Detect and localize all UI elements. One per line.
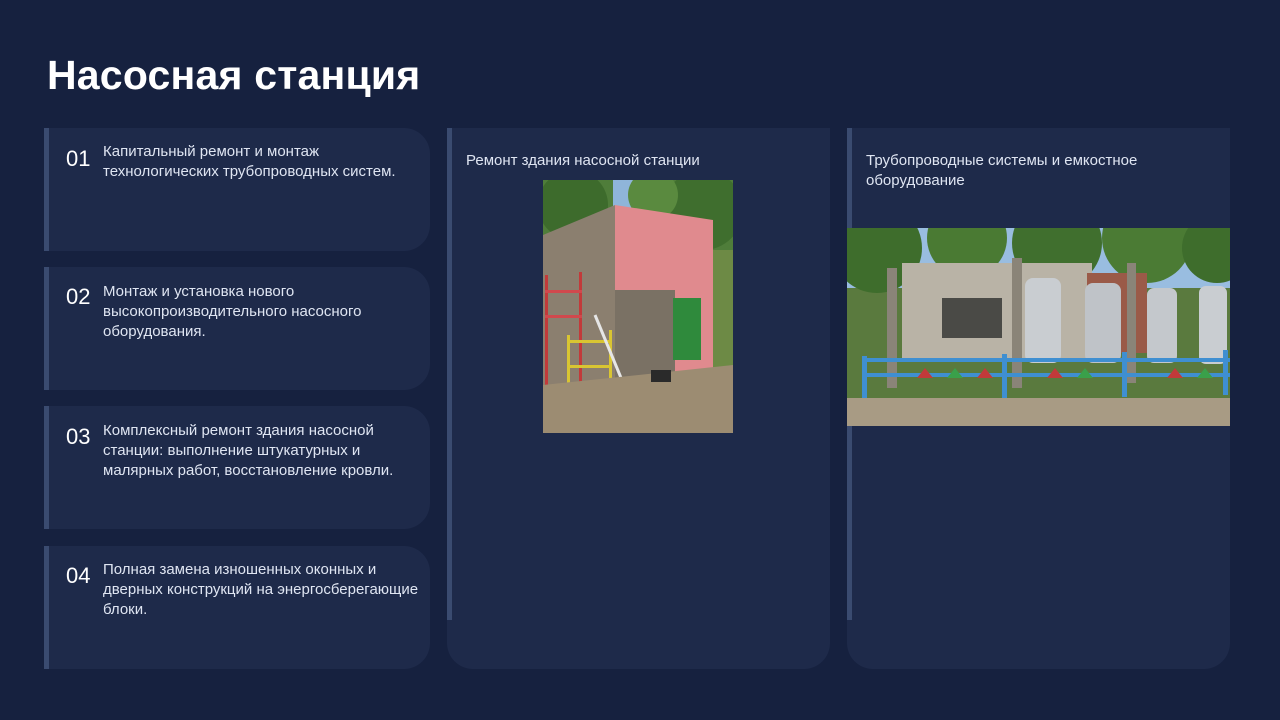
item-text: Полная замена изношенных оконных и дверн…: [103, 561, 419, 618]
panel-title: Трубопроводные системы и емкостное обору…: [866, 152, 1138, 189]
item-number: 04: [66, 563, 91, 588]
list-item: 03 Комплексный ремонт здания насосной ст…: [44, 406, 430, 529]
list-item: 04 Полная замена изношенных оконных и дв…: [44, 546, 430, 669]
panel-accent-bar: [447, 128, 452, 620]
item-text: Монтаж и установка нового высокопроизвод…: [103, 283, 362, 340]
slide-title: Насосная станция: [47, 52, 421, 98]
item-number: 02: [66, 284, 91, 309]
panel-pipelines-tanks: Трубопроводные системы и емкостное обору…: [847, 128, 1230, 669]
list-item: 01 Капитальный ремонт и монтаж технологи…: [44, 128, 430, 251]
item-text: Капитальный ремонт и монтаж технологичес…: [103, 143, 396, 180]
panel-title: Ремонт здания насосной станции: [466, 152, 700, 169]
panel-building-repair: Ремонт здания насосной станции: [447, 128, 830, 669]
slide: Насосная станция 01 Капитальный ремонт и…: [0, 0, 1280, 720]
item-number: 03: [66, 424, 91, 449]
item-number: 01: [66, 146, 91, 171]
list-item: 02 Монтаж и установка нового высокопроиз…: [44, 267, 430, 390]
pipelines-photo: [847, 228, 1230, 426]
item-text: Комплексный ремонт здания насосной станц…: [103, 422, 394, 479]
building-photo: [543, 180, 733, 433]
